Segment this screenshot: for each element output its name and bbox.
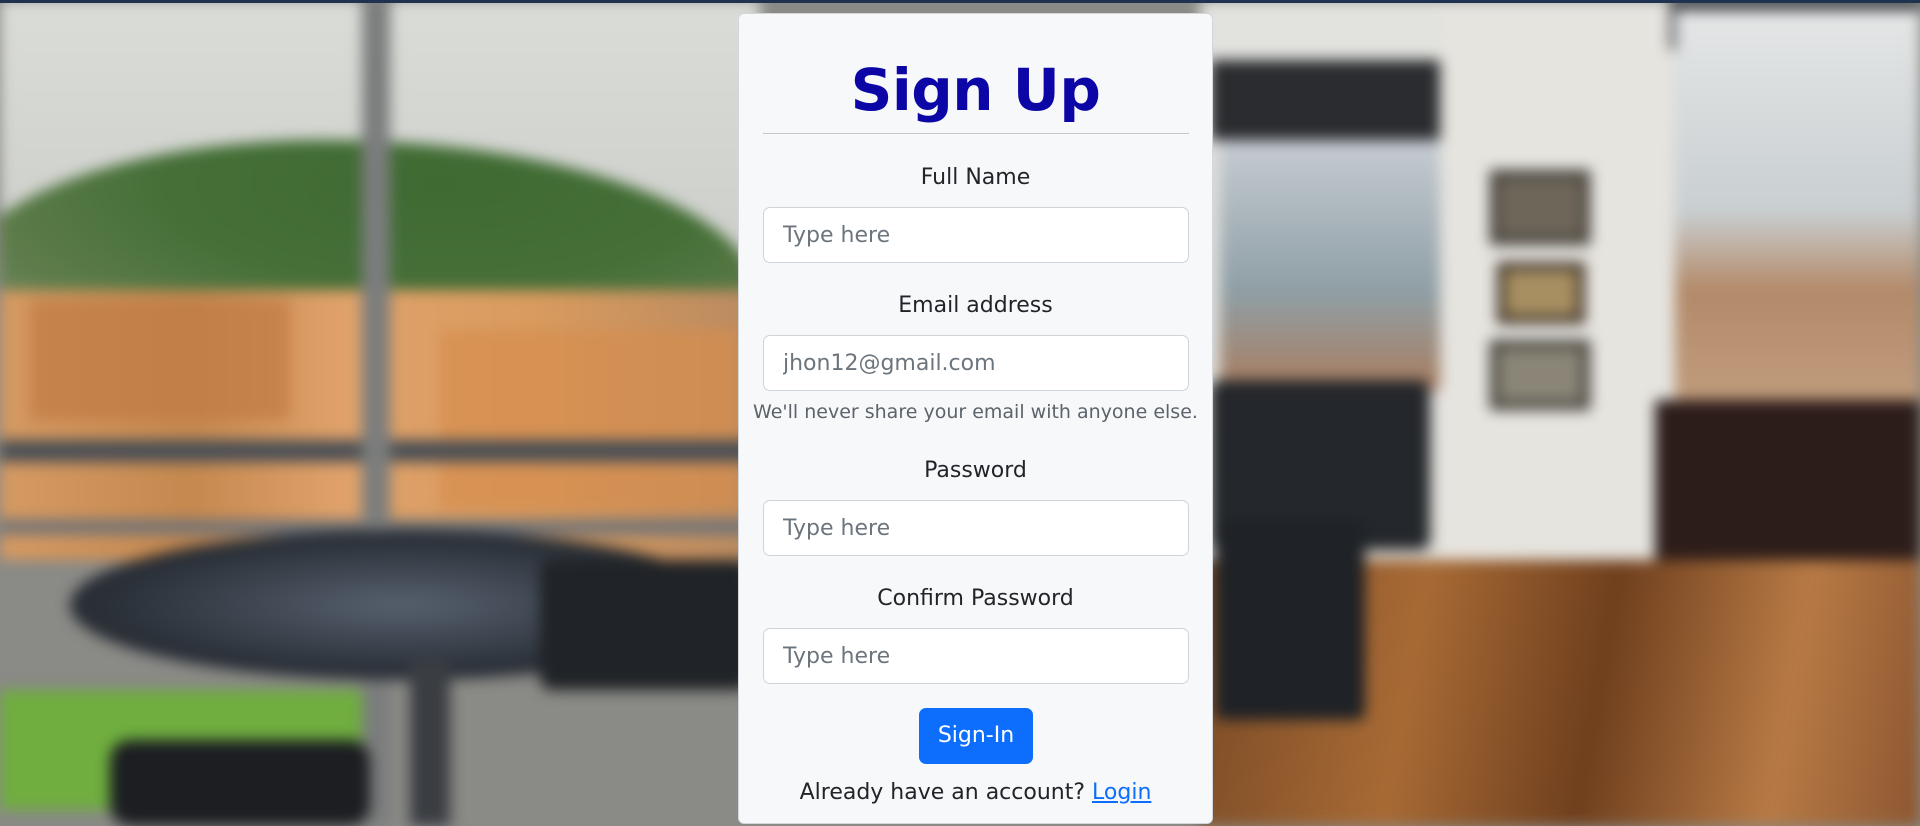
email-input[interactable]	[763, 335, 1189, 391]
email-help-text: We'll never share your email with anyone…	[753, 401, 1198, 423]
page-title: Sign Up	[850, 56, 1101, 124]
sign-in-button[interactable]: Sign-In	[919, 708, 1033, 764]
top-border	[0, 0, 1920, 3]
password-input[interactable]	[763, 500, 1189, 556]
title-divider	[763, 133, 1189, 134]
full-name-input[interactable]	[763, 207, 1189, 263]
full-name-label: Full Name	[920, 165, 1031, 190]
signup-card: Sign Up Full Name Email address We'll ne…	[738, 13, 1213, 824]
login-link[interactable]: Login	[1092, 780, 1151, 805]
email-label: Email address	[898, 293, 1053, 318]
login-prompt: Already have an account? Login	[739, 780, 1212, 805]
password-label: Password	[924, 458, 1027, 483]
confirm-password-input[interactable]	[763, 628, 1189, 684]
confirm-password-label: Confirm Password	[877, 586, 1074, 611]
login-prompt-text: Already have an account?	[799, 780, 1086, 805]
